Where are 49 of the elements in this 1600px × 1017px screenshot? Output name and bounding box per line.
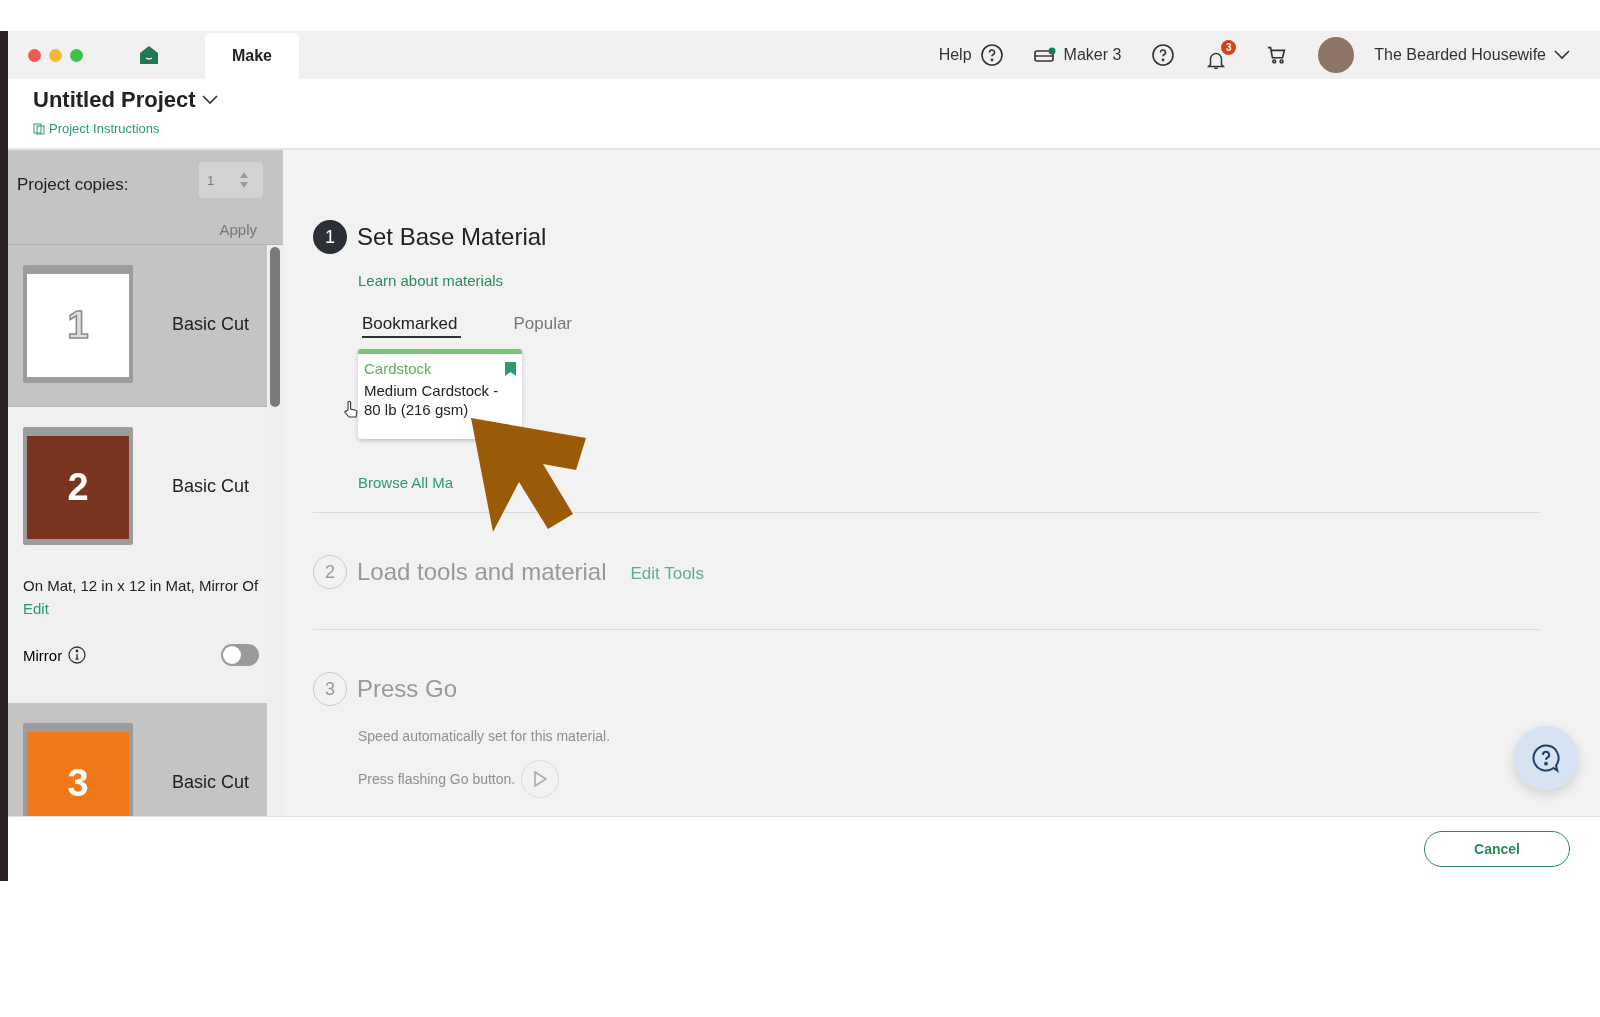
notification-badge: 3	[1221, 39, 1237, 55]
help-icon	[979, 43, 1004, 67]
help-button[interactable]: Help	[938, 43, 1004, 67]
project-copies-label: Project copies:	[17, 175, 130, 196]
step-hint: Press flashing Go button.	[358, 771, 516, 787]
user-menu[interactable]: The Bearded Housewife	[1318, 37, 1570, 73]
make-tab[interactable]: Make	[205, 33, 299, 79]
machine-button[interactable]: Maker 3	[1033, 46, 1122, 64]
project-instructions-link[interactable]: Project Instructions	[33, 121, 160, 136]
avatar	[1318, 37, 1355, 73]
mirror-label: Mirror	[23, 646, 63, 664]
mat-mode: Basic Cut	[172, 313, 250, 335]
hand-cursor-icon	[343, 400, 359, 420]
home-icon[interactable]	[139, 45, 159, 65]
chat-help-icon	[1151, 43, 1176, 67]
step-hint: Speed automatically set for this material.	[358, 728, 611, 744]
bookmark-icon[interactable]	[505, 361, 516, 376]
mat-mode: Basic Cut	[172, 475, 250, 497]
chat-help-icon	[1531, 743, 1561, 773]
mirror-toggle[interactable]	[221, 644, 259, 666]
material-category: Cardstock	[364, 360, 432, 377]
material-name: Medium Cardstock - 80 lb (216 gsm)	[364, 382, 500, 420]
mat-details: On Mat, 12 in x 12 in Mat, Mirror Of	[23, 577, 260, 594]
material-card[interactable]: Cardstock Medium Cardstock - 80 lb (216 gsm)	[358, 349, 522, 439]
step-number: 1	[313, 220, 347, 254]
document-icon	[33, 122, 45, 135]
mat-mode: Basic Cut	[172, 771, 250, 793]
step-title: Press Go	[357, 675, 458, 703]
material-tab[interactable]: Bookmarked	[362, 314, 462, 338]
step-title: Set Base Material	[357, 223, 547, 251]
mat-thumbnail: 1	[23, 265, 133, 383]
step-title: Load tools and material	[357, 558, 607, 586]
chat-help-button[interactable]	[1151, 43, 1176, 67]
chat-help-button[interactable]	[1514, 726, 1578, 790]
maximize-button[interactable]	[70, 48, 83, 62]
mat-thumbnail: 2	[23, 427, 133, 545]
project-title[interactable]: Untitled Project	[33, 87, 218, 113]
learn-materials-link[interactable]: Learn about materials	[358, 272, 504, 289]
notifications-button[interactable]: 3	[1205, 39, 1237, 71]
machine-icon	[1033, 47, 1056, 63]
cancel-button[interactable]: Cancel	[1424, 831, 1570, 867]
mat-panel[interactable]: 2 Basic Cut On Mat, 12 in x 12 in Mat, Mirror Of Edit Mirror	[8, 407, 267, 703]
chevron-down-icon	[201, 95, 218, 105]
material-tab[interactable]: Popular	[513, 314, 577, 338]
info-icon[interactable]	[68, 646, 87, 664]
mat-thumbnail: 3	[23, 723, 133, 816]
chevron-down-icon	[1554, 50, 1570, 60]
close-button[interactable]	[28, 48, 41, 62]
play-icon	[533, 771, 548, 787]
